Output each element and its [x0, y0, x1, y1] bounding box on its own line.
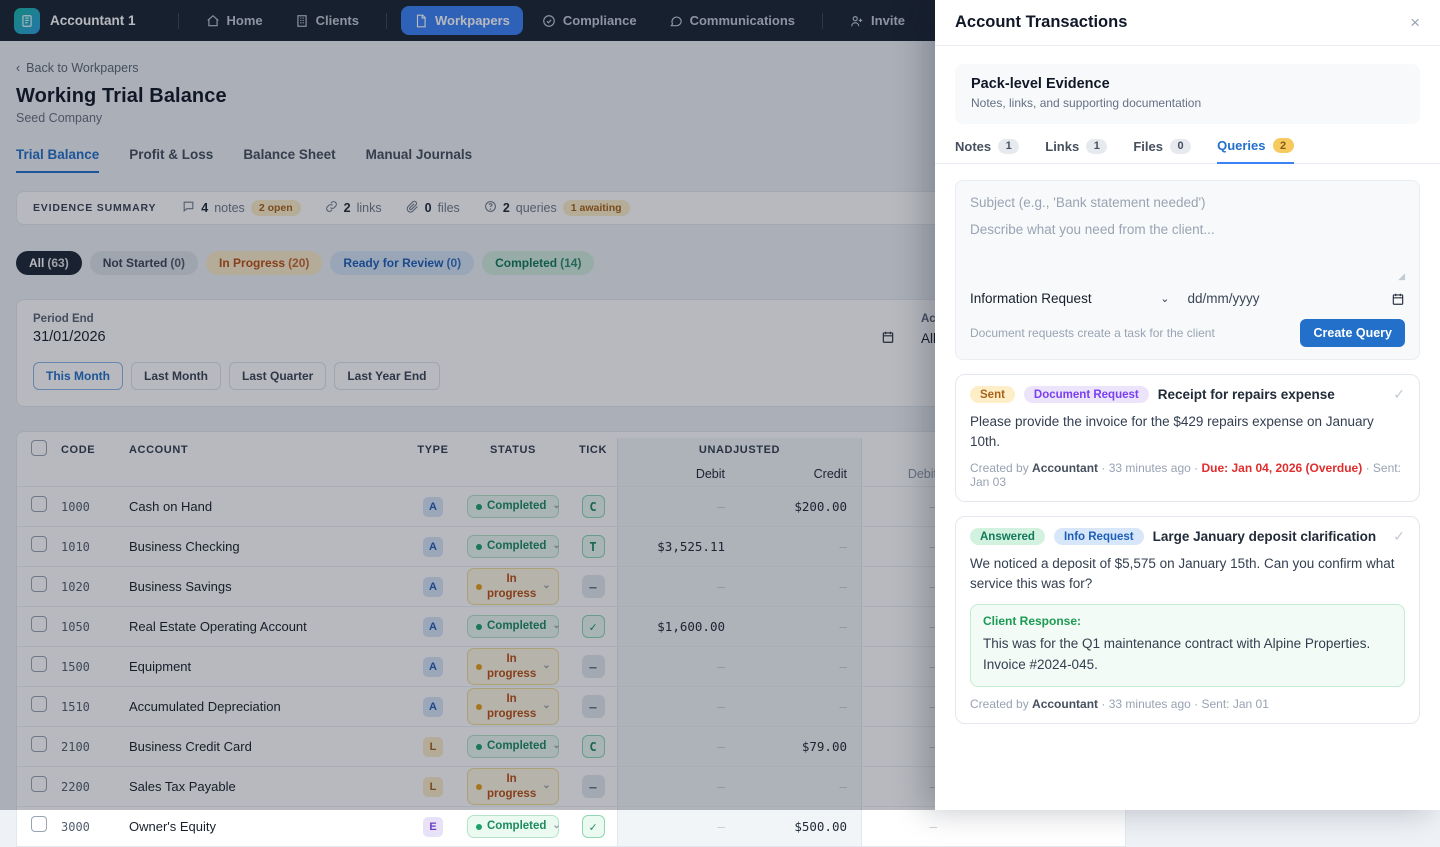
pack-level-evidence-card: Pack-level Evidence Notes, links, and su…	[955, 64, 1420, 124]
pack-title: Pack-level Evidence	[971, 76, 1404, 92]
query-meta: Created by Accountant · 33 minutes ago ·…	[970, 461, 1405, 489]
query-type-value: Information Request	[970, 291, 1092, 306]
account-code: 3000	[61, 820, 129, 834]
account-name: Owner's Equity	[129, 819, 409, 834]
time-ago: 33 minutes ago	[1109, 461, 1191, 475]
status-pill[interactable]: Completed ⌄	[467, 815, 559, 837]
due-date-overdue: Due: Jan 04, 2026 (Overdue)	[1201, 461, 1362, 475]
status-dot	[476, 824, 482, 830]
query-type-select[interactable]: Information Request ⌄	[970, 291, 1188, 306]
account-transactions-panel: Account Transactions × Pack-level Eviden…	[935, 0, 1440, 810]
tab-count-badge: 2	[1273, 138, 1294, 153]
type-badge: E	[423, 817, 443, 837]
prior-debit: –	[861, 807, 951, 846]
table-row[interactable]: 3000 Owner's Equity E Completed ⌄ ✓ – $50…	[17, 806, 1125, 846]
date-placeholder: dd/mm/yyyy	[1188, 291, 1260, 306]
query-body: Please provide the invoice for the $429 …	[970, 412, 1405, 451]
status-badge: Sent	[970, 386, 1015, 403]
tab-count-badge: 1	[998, 139, 1019, 154]
meta-separator: ·	[1194, 461, 1198, 475]
query-card: Sent Document Request Receipt for repair…	[955, 374, 1420, 502]
sent-date: Sent: Jan 01	[1201, 697, 1268, 711]
form-helper-text: Document requests create a task for the …	[970, 326, 1215, 340]
tab-links[interactable]: Links 1	[1045, 138, 1107, 163]
row-checkbox[interactable]	[31, 816, 47, 832]
tab-count-badge: 1	[1086, 139, 1107, 154]
client-response-text: This was for the Q1 maintenance contract…	[983, 634, 1392, 675]
tab-label: Links	[1045, 139, 1079, 154]
evidence-tabs: Notes 1 Links 1 Files 0 Queries 2	[935, 138, 1440, 164]
author-name: Accountant	[1032, 697, 1098, 711]
calendar-icon[interactable]	[1391, 292, 1405, 306]
query-card: Answered Info Request Large January depo…	[955, 516, 1420, 724]
query-title: Large January deposit clarification	[1153, 529, 1377, 544]
meta-separator: ·	[1366, 461, 1370, 475]
create-query-form: ◢ Information Request ⌄ dd/mm/yyyy Docum…	[955, 180, 1420, 360]
client-response-box: Client Response: This was for the Q1 mai…	[970, 604, 1405, 687]
query-title: Receipt for repairs expense	[1158, 387, 1335, 402]
query-meta: Created by Accountant · 33 minutes ago ·…	[970, 697, 1405, 711]
close-icon[interactable]: ×	[1410, 14, 1420, 31]
create-query-button[interactable]: Create Query	[1300, 319, 1405, 347]
client-response-label: Client Response:	[983, 614, 1392, 628]
query-body: We noticed a deposit of $5,575 on Januar…	[970, 554, 1405, 593]
resize-handle[interactable]: ◢	[1398, 271, 1405, 282]
author-name: Accountant	[1032, 461, 1098, 475]
tab-files[interactable]: Files 0	[1133, 138, 1191, 163]
tab-queries[interactable]: Queries 2	[1217, 138, 1294, 164]
panel-title: Account Transactions	[955, 13, 1127, 32]
chevron-down-icon: ⌄	[1160, 292, 1169, 305]
created-by-label: Created by	[970, 697, 1029, 711]
pack-subtitle: Notes, links, and supporting documentati…	[971, 96, 1404, 110]
meta-separator: ·	[1101, 461, 1105, 475]
meta-separator: ·	[1101, 697, 1105, 711]
resolve-check-icon[interactable]: ✓	[1393, 528, 1405, 545]
query-subject-input[interactable]	[970, 195, 1405, 210]
query-description-input[interactable]	[970, 222, 1405, 280]
status-label: Completed	[487, 819, 546, 833]
tab-label: Queries	[1217, 138, 1265, 153]
meta-separator: ·	[1194, 697, 1198, 711]
status-badge: Answered	[970, 528, 1045, 545]
query-due-date-input[interactable]: dd/mm/yyyy	[1188, 291, 1406, 306]
type-badge: Info Request	[1054, 528, 1144, 545]
unadjusted-debit: –	[617, 807, 739, 846]
tick-box[interactable]: ✓	[582, 815, 605, 838]
time-ago: 33 minutes ago	[1109, 697, 1191, 711]
tab-label: Files	[1133, 139, 1163, 154]
type-badge: Document Request	[1024, 386, 1149, 403]
tab-count-badge: 0	[1170, 139, 1191, 154]
tab-notes[interactable]: Notes 1	[955, 138, 1019, 163]
chevron-down-icon: ⌄	[552, 820, 560, 833]
created-by-label: Created by	[970, 461, 1029, 475]
resolve-check-icon[interactable]: ✓	[1393, 386, 1405, 403]
tab-label: Notes	[955, 139, 991, 154]
unadjusted-credit: $500.00	[739, 807, 861, 846]
